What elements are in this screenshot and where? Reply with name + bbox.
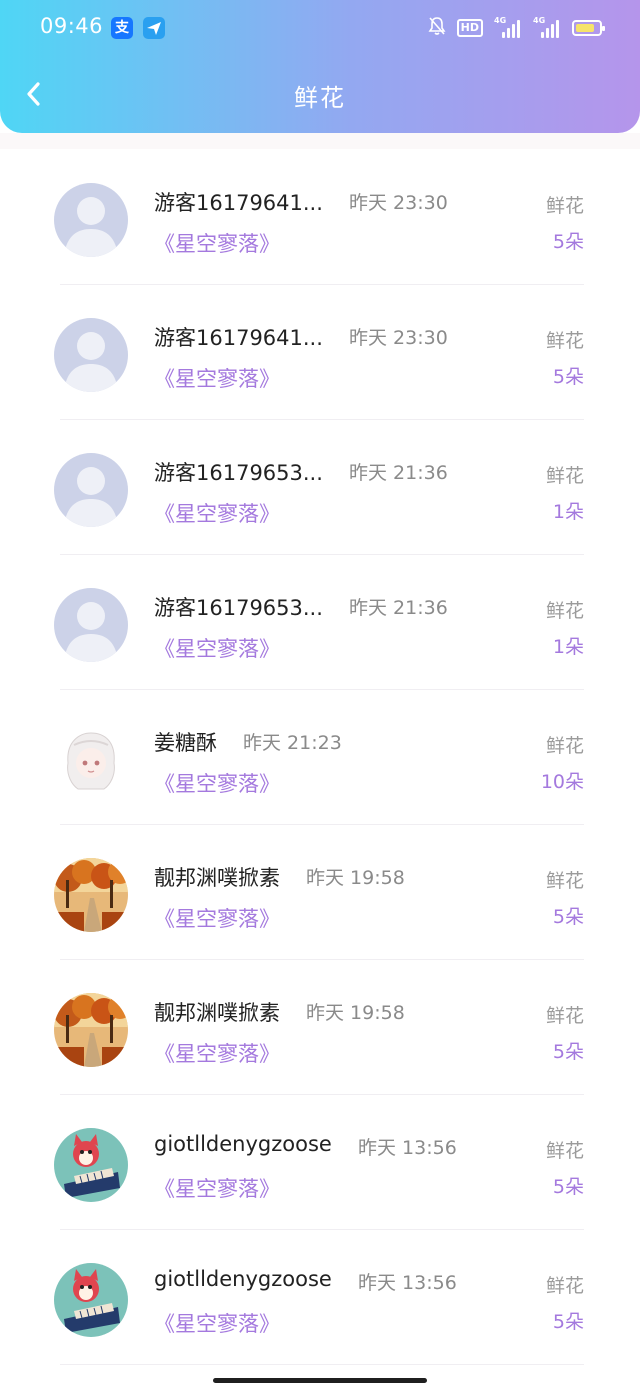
user-name: 游客16179653... xyxy=(154,461,323,485)
alipay-icon: 支 xyxy=(111,17,133,39)
book-title-link[interactable]: 《星空寥落》 xyxy=(154,1173,280,1203)
gift-time: 昨天 21:36 xyxy=(349,462,448,484)
flower-label: 鲜花 xyxy=(545,330,584,352)
user-name: giotlldenygzoose xyxy=(154,1132,332,1156)
list-item[interactable]: 靓邦渊噗掀素 昨天 19:58 《星空寥落》 鲜花 5朵 xyxy=(0,825,640,960)
flower-count: 1朵 xyxy=(552,501,584,523)
avatar[interactable] xyxy=(54,1263,128,1337)
flower-label: 鲜花 xyxy=(545,1005,584,1027)
book-title-link[interactable]: 《星空寥落》 xyxy=(154,228,280,258)
avatar[interactable] xyxy=(54,588,128,662)
network-type-label: 4G xyxy=(533,16,546,25)
book-title-link[interactable]: 《星空寥落》 xyxy=(154,1308,280,1338)
status-bar: 09:46 支 HD 4G 4G xyxy=(0,0,640,58)
divider xyxy=(60,1364,584,1365)
avatar[interactable] xyxy=(54,1128,128,1202)
list-item[interactable]: 姜糖酥 昨天 21:23 《星空寥落》 鲜花 10朵 xyxy=(0,690,640,825)
avatar[interactable] xyxy=(54,993,128,1067)
list-item[interactable]: 靓邦渊噗掀素 昨天 19:58 《星空寥落》 鲜花 5朵 xyxy=(0,960,640,1095)
book-title-link[interactable]: 《星空寥落》 xyxy=(154,363,280,393)
page-title: 鲜花 xyxy=(294,84,346,112)
flower-count: 5朵 xyxy=(552,1176,584,1198)
gift-time: 昨天 23:30 xyxy=(349,327,448,349)
list-top-band xyxy=(0,133,640,149)
gift-time: 昨天 13:56 xyxy=(358,1272,457,1294)
user-name: 靓邦渊噗掀素 xyxy=(154,866,280,890)
flower-count: 5朵 xyxy=(552,231,584,253)
user-name: 姜糖酥 xyxy=(154,731,217,755)
flower-count: 1朵 xyxy=(552,636,584,658)
hd-icon: HD xyxy=(456,19,483,37)
avatar[interactable] xyxy=(54,858,128,932)
user-name: 游客16179641... xyxy=(154,191,323,215)
user-name: 游客16179653... xyxy=(154,596,323,620)
status-icons: HD 4G 4G xyxy=(428,14,605,42)
book-title-link[interactable]: 《星空寥落》 xyxy=(154,1038,280,1068)
flower-count: 5朵 xyxy=(552,366,584,388)
gift-time: 昨天 21:36 xyxy=(349,597,448,619)
flower-label: 鲜花 xyxy=(545,870,584,892)
status-time: 09:46 xyxy=(40,14,104,38)
flower-gift-list: 游客16179641... 昨天 23:30 《星空寥落》 鲜花 5朵 游客1617964… xyxy=(0,150,640,1365)
header: 09:46 支 HD 4G 4G 鲜花 xyxy=(0,0,640,133)
flower-label: 鲜花 xyxy=(545,735,584,757)
book-title-link[interactable]: 《星空寥落》 xyxy=(154,633,280,663)
mute-bell-icon xyxy=(428,16,446,40)
flower-count: 5朵 xyxy=(552,1041,584,1063)
paper-plane-icon xyxy=(143,17,165,39)
flower-label: 鲜花 xyxy=(545,1140,584,1162)
flower-label: 鲜花 xyxy=(545,465,584,487)
flower-count: 10朵 xyxy=(540,771,584,793)
gift-time: 昨天 21:23 xyxy=(243,732,342,754)
avatar[interactable] xyxy=(54,453,128,527)
user-name: 靓邦渊噗掀素 xyxy=(154,1001,280,1025)
book-title-link[interactable]: 《星空寥落》 xyxy=(154,768,280,798)
signal-icon: 4G xyxy=(533,16,561,38)
list-item[interactable]: 游客16179641... 昨天 23:30 《星空寥落》 鲜花 5朵 xyxy=(0,285,640,420)
list-item[interactable]: giotlldenygzoose 昨天 13:56 《星空寥落》 鲜花 5朵 xyxy=(0,1230,640,1365)
list-item[interactable]: 游客16179653... 昨天 21:36 《星空寥落》 鲜花 1朵 xyxy=(0,555,640,690)
user-name: giotlldenygzoose xyxy=(154,1267,332,1291)
list-item[interactable]: 游客16179653... 昨天 21:36 《星空寥落》 鲜花 1朵 xyxy=(0,420,640,555)
user-name: 游客16179641... xyxy=(154,326,323,350)
battery-icon xyxy=(572,20,605,36)
book-title-link[interactable]: 《星空寥落》 xyxy=(154,903,280,933)
flower-label: 鲜花 xyxy=(545,1275,584,1297)
flower-label: 鲜花 xyxy=(545,195,584,217)
avatar[interactable] xyxy=(54,318,128,392)
avatar[interactable] xyxy=(54,183,128,257)
home-indicator[interactable] xyxy=(213,1378,427,1383)
gift-time: 昨天 19:58 xyxy=(306,1002,405,1024)
avatar[interactable] xyxy=(54,723,128,797)
flower-label: 鲜花 xyxy=(545,600,584,622)
flower-count: 5朵 xyxy=(552,1311,584,1333)
list-item[interactable]: 游客16179641... 昨天 23:30 《星空寥落》 鲜花 5朵 xyxy=(0,150,640,285)
gift-time: 昨天 19:58 xyxy=(306,867,405,889)
signal-icon: 4G xyxy=(494,16,522,38)
book-title-link[interactable]: 《星空寥落》 xyxy=(154,498,280,528)
network-type-label: 4G xyxy=(494,16,507,25)
flower-count: 5朵 xyxy=(552,906,584,928)
gift-time: 昨天 23:30 xyxy=(349,192,448,214)
gift-time: 昨天 13:56 xyxy=(358,1137,457,1159)
list-item[interactable]: giotlldenygzoose 昨天 13:56 《星空寥落》 鲜花 5朵 xyxy=(0,1095,640,1230)
